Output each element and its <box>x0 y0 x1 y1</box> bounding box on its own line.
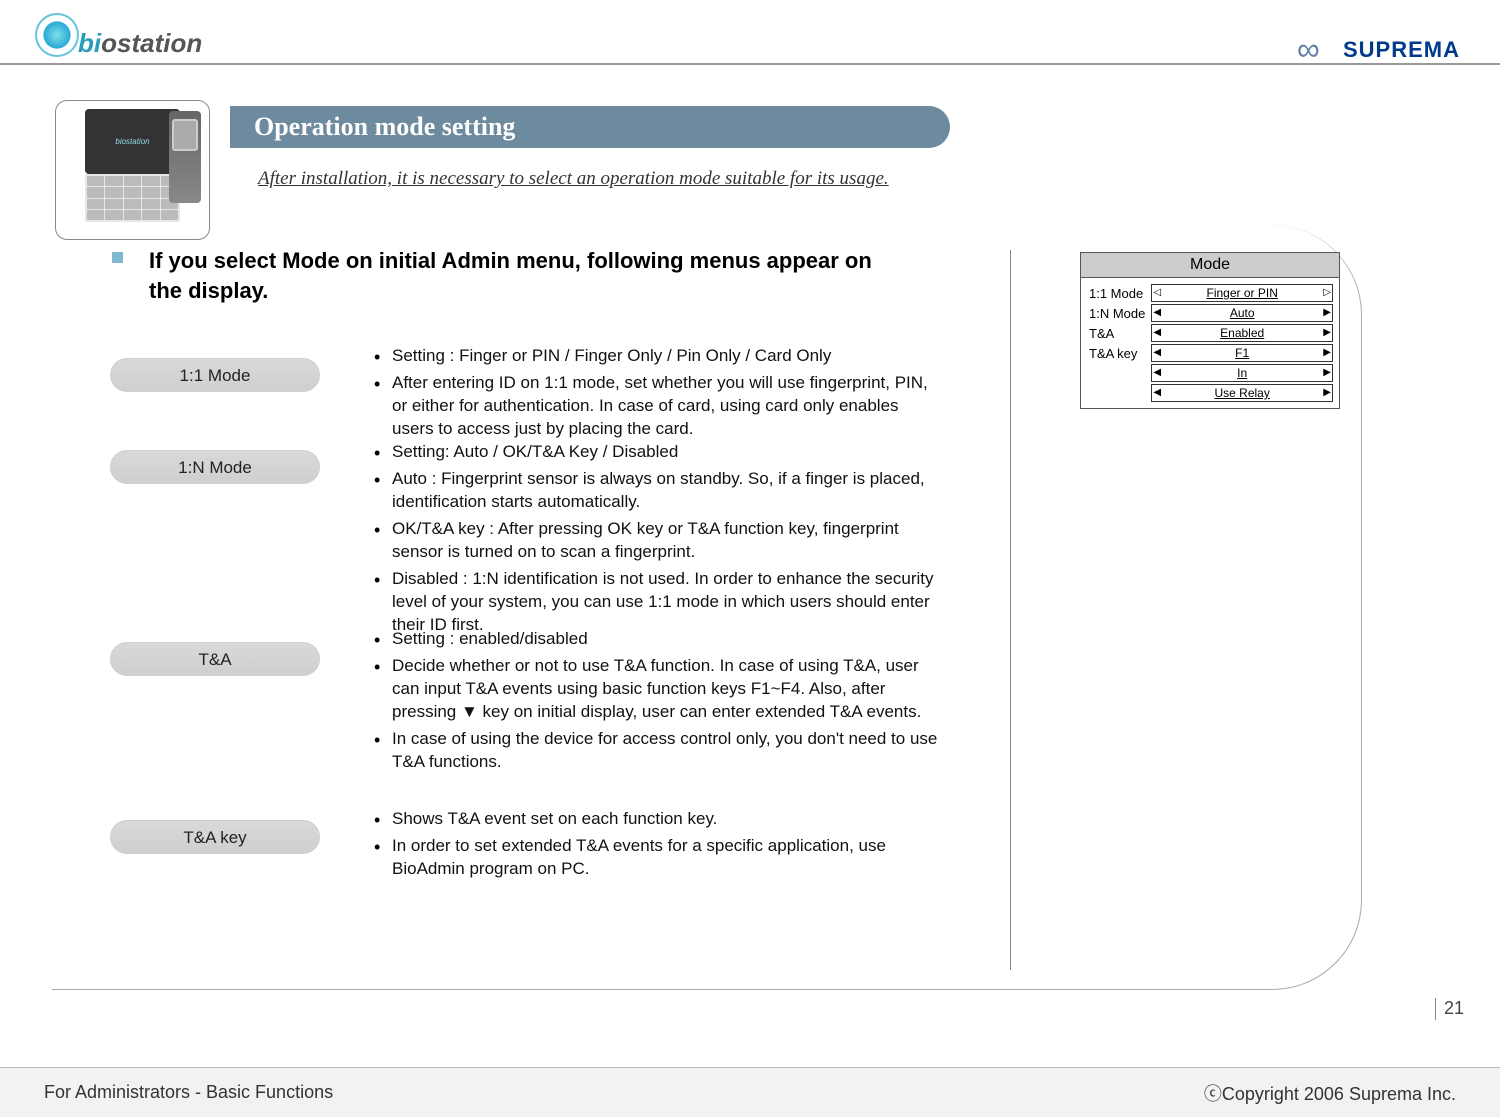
page-title-banner: Operation mode setting <box>230 106 950 148</box>
pill-ta-key: T&A key <box>110 820 320 854</box>
bullet-icon <box>112 252 123 263</box>
footer-right: ⓒCopyright 2006 Suprema Inc. <box>1204 1080 1456 1106</box>
fingerprint-sensor-icon <box>169 111 201 203</box>
divider <box>1010 250 1011 970</box>
value-auto[interactable]: Auto <box>1151 304 1333 322</box>
value-use-relay[interactable]: Use Relay <box>1151 384 1333 402</box>
intro: If you select Mode on initial Admin menu… <box>112 246 892 305</box>
mode-panel: Mode 1:1 Mode 1:N Mode T&A T&A key Finge… <box>1080 252 1340 409</box>
value-in[interactable]: In <box>1151 364 1333 382</box>
value-enabled[interactable]: Enabled <box>1151 324 1333 342</box>
page-number: 21 <box>1435 998 1464 1020</box>
footer-left: For Administrators - Basic Functions <box>44 1082 333 1103</box>
header: biostation SUPREMA <box>0 0 1500 65</box>
device-image: biostation <box>55 100 210 240</box>
biostation-logo: biostation <box>40 28 202 63</box>
suprema-logo: SUPREMA <box>1297 37 1460 63</box>
pill-1-n-mode: 1:N Mode <box>110 450 320 484</box>
section-1-n: Setting: Auto / OK/T&A Key / Disabled Au… <box>374 441 944 641</box>
section-1-1: Setting : Finger or PIN / Finger Only / … <box>374 345 944 445</box>
footer: For Administrators - Basic Functions ⓒCo… <box>0 1067 1500 1117</box>
section-ta-key: Shows T&A event set on each function key… <box>374 808 944 885</box>
mode-panel-title: Mode <box>1081 253 1339 278</box>
pill-ta: T&A <box>110 642 320 676</box>
pill-1-1-mode: 1:1 Mode <box>110 358 320 392</box>
section-ta: Setting : enabled/disabled Decide whethe… <box>374 628 944 778</box>
value-finger-or-pin[interactable]: Finger or PIN <box>1151 284 1333 302</box>
page-subtitle: After installation, it is necessary to s… <box>258 168 889 190</box>
value-f1[interactable]: F1 <box>1151 344 1333 362</box>
